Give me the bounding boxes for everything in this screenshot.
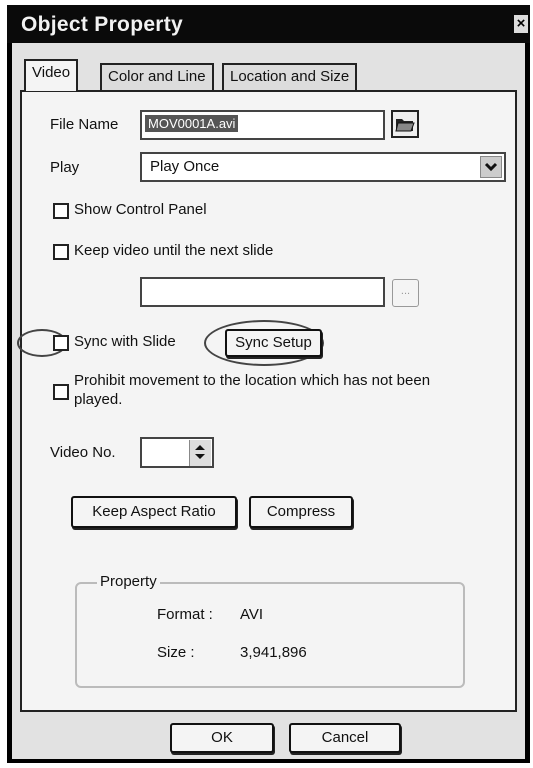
ok-button[interactable]: OK xyxy=(170,723,274,753)
property-group-title: Property xyxy=(97,573,160,590)
keep-video-label: Keep video until the next slide xyxy=(74,242,274,259)
close-button[interactable]: × xyxy=(514,15,528,33)
format-label: Format : xyxy=(157,606,213,623)
video-no-label: Video No. xyxy=(50,444,116,461)
file-name-field[interactable]: MOV0001A.avi xyxy=(140,110,385,140)
compress-button[interactable]: Compress xyxy=(249,496,353,528)
sync-with-slide-checkbox[interactable] xyxy=(53,335,69,351)
prohibit-movement-label-line2: played. xyxy=(74,391,123,408)
spin-button[interactable] xyxy=(189,440,211,466)
title-bar: Object Property × xyxy=(7,5,530,43)
play-select-value: Play Once xyxy=(150,158,220,175)
file-name-value: MOV0001A.avi xyxy=(145,115,239,132)
tab-location-and-size[interactable]: Location and Size xyxy=(222,63,358,91)
show-control-panel-checkbox[interactable] xyxy=(53,203,69,219)
tab-color-and-line[interactable]: Color and Line xyxy=(100,63,214,91)
prohibit-movement-checkbox[interactable] xyxy=(53,384,69,400)
keep-aspect-ratio-button[interactable]: Keep Aspect Ratio xyxy=(71,496,237,528)
slide-input[interactable] xyxy=(140,277,385,307)
sync-with-slide-label: Sync with Slide xyxy=(74,333,176,350)
browse-button[interactable] xyxy=(391,110,419,138)
dialog-title: Object Property xyxy=(21,13,184,36)
cancel-button[interactable]: Cancel xyxy=(289,723,401,753)
tab-video[interactable]: Video xyxy=(24,59,79,91)
dialog-body: Video Color and Line Location and Size F… xyxy=(12,43,525,759)
show-control-panel-label: Show Control Panel xyxy=(74,201,207,218)
chevron-down-icon xyxy=(484,162,498,172)
play-select[interactable]: Play Once xyxy=(140,152,506,182)
folder-open-icon xyxy=(395,119,415,132)
format-value: AVI xyxy=(240,606,264,623)
play-label: Play xyxy=(50,159,80,176)
prohibit-movement-label-line1: Prohibit movement to the location which … xyxy=(74,372,431,389)
size-value: 3,941,896 xyxy=(240,644,307,661)
play-select-arrow[interactable] xyxy=(480,156,502,178)
size-label: Size : xyxy=(157,644,195,661)
sync-setup-button[interactable]: Sync Setup xyxy=(225,329,322,357)
property-group: Property Format : AVI Size : 3,941,896 xyxy=(75,573,465,688)
video-tab-panel: File Name MOV0001A.avi Play Play Once Sh… xyxy=(17,90,517,712)
object-property-dialog: Object Property × Video Color and Line L… xyxy=(7,5,530,763)
video-no-stepper[interactable] xyxy=(140,437,214,468)
keep-video-checkbox[interactable] xyxy=(53,244,69,260)
file-name-label: File Name xyxy=(50,116,119,133)
ellipsis-button[interactable]: ... xyxy=(392,279,419,307)
up-down-arrows-icon xyxy=(195,445,205,459)
